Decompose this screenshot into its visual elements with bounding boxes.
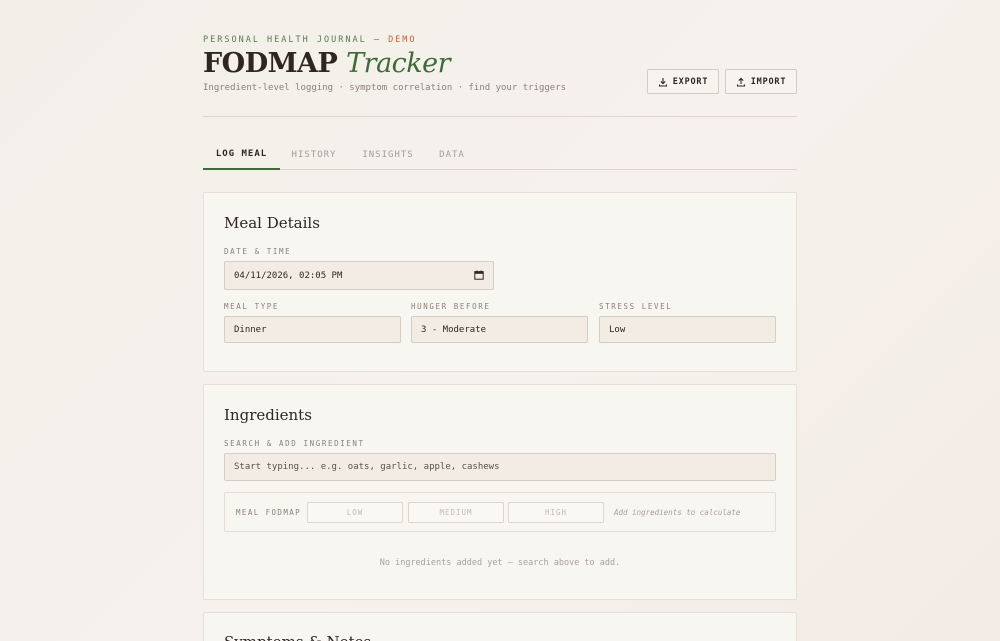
symptoms-card: Symptoms & Notes: [203, 612, 797, 641]
meal-details-title: Meal Details: [224, 214, 320, 232]
fodmap-low-indicator: LOW: [307, 502, 403, 523]
download-icon: [658, 77, 667, 87]
fodmap-high-indicator: HIGH: [508, 502, 604, 523]
title-accent: Tracker: [346, 48, 451, 79]
symptoms-title: Symptoms & Notes: [224, 633, 371, 641]
meal-fodmap-label: MEAL FODMAP: [236, 508, 302, 517]
tab-log-meal[interactable]: LOG MEAL: [203, 140, 280, 170]
ingredients-title: Ingredients: [224, 406, 312, 424]
search-label: SEARCH & ADD INGREDIENT: [224, 439, 365, 448]
datetime-input[interactable]: 04/11/2026, 02:05 PM: [224, 261, 494, 290]
meal-fodmap-panel: MEAL FODMAP LOW MEDIUM HIGH Add ingredie…: [224, 492, 776, 532]
fodmap-calc-hint: Add ingredients to calculate: [614, 508, 741, 517]
datetime-label: DATE & TIME: [224, 247, 292, 256]
stress-label: STRESS LEVEL: [599, 302, 673, 311]
meal-type-label: MEAL TYPE: [224, 302, 280, 311]
tab-history[interactable]: HISTORY: [281, 140, 347, 170]
title-main: FODMAP: [203, 48, 338, 79]
empty-ingredients-message: No ingredients added yet — search above …: [379, 558, 621, 568]
tab-data[interactable]: DATA: [429, 140, 475, 170]
export-label: EXPORT: [672, 76, 709, 87]
calendar-icon[interactable]: [474, 270, 484, 280]
export-button[interactable]: EXPORT: [647, 69, 719, 94]
ingredients-card: Ingredients SEARCH & ADD INGREDIENT Star…: [203, 384, 797, 600]
fodmap-medium-indicator: MEDIUM: [408, 502, 504, 523]
demo-badge: DEMO: [388, 35, 417, 45]
eyebrow-text: PERSONAL HEALTH JOURNAL — DEMO: [203, 35, 417, 45]
tab-bar: LOG MEAL HISTORY INSIGHTS DATA: [203, 140, 797, 170]
import-label: IMPORT: [750, 76, 787, 87]
eyebrow-label: PERSONAL HEALTH JOURNAL —: [203, 35, 389, 45]
hunger-select[interactable]: 3 - Moderate: [411, 316, 588, 343]
page-subtitle: Ingredient-level logging · symptom corre…: [203, 83, 567, 93]
datetime-value: 04/11/2026, 02:05 PM: [234, 270, 343, 281]
meal-details-card: Meal Details DATE & TIME 04/11/2026, 02:…: [203, 192, 797, 372]
meal-type-value: Dinner: [234, 324, 267, 335]
meal-type-select[interactable]: Dinner: [224, 316, 401, 343]
page-title: FODMAP Tracker: [203, 48, 451, 79]
ingredient-search-input[interactable]: Start typing... e.g. oats, garlic, apple…: [224, 453, 776, 481]
stress-value: Low: [609, 324, 626, 335]
import-button[interactable]: IMPORT: [725, 69, 797, 94]
hunger-label: HUNGER BEFORE: [411, 302, 491, 311]
upload-icon: [736, 77, 745, 87]
search-placeholder: Start typing... e.g. oats, garlic, apple…: [234, 462, 500, 472]
header-divider: [203, 116, 797, 117]
tab-insights[interactable]: INSIGHTS: [352, 140, 424, 170]
hunger-value: 3 - Moderate: [421, 324, 487, 335]
stress-select[interactable]: Low: [599, 316, 776, 343]
